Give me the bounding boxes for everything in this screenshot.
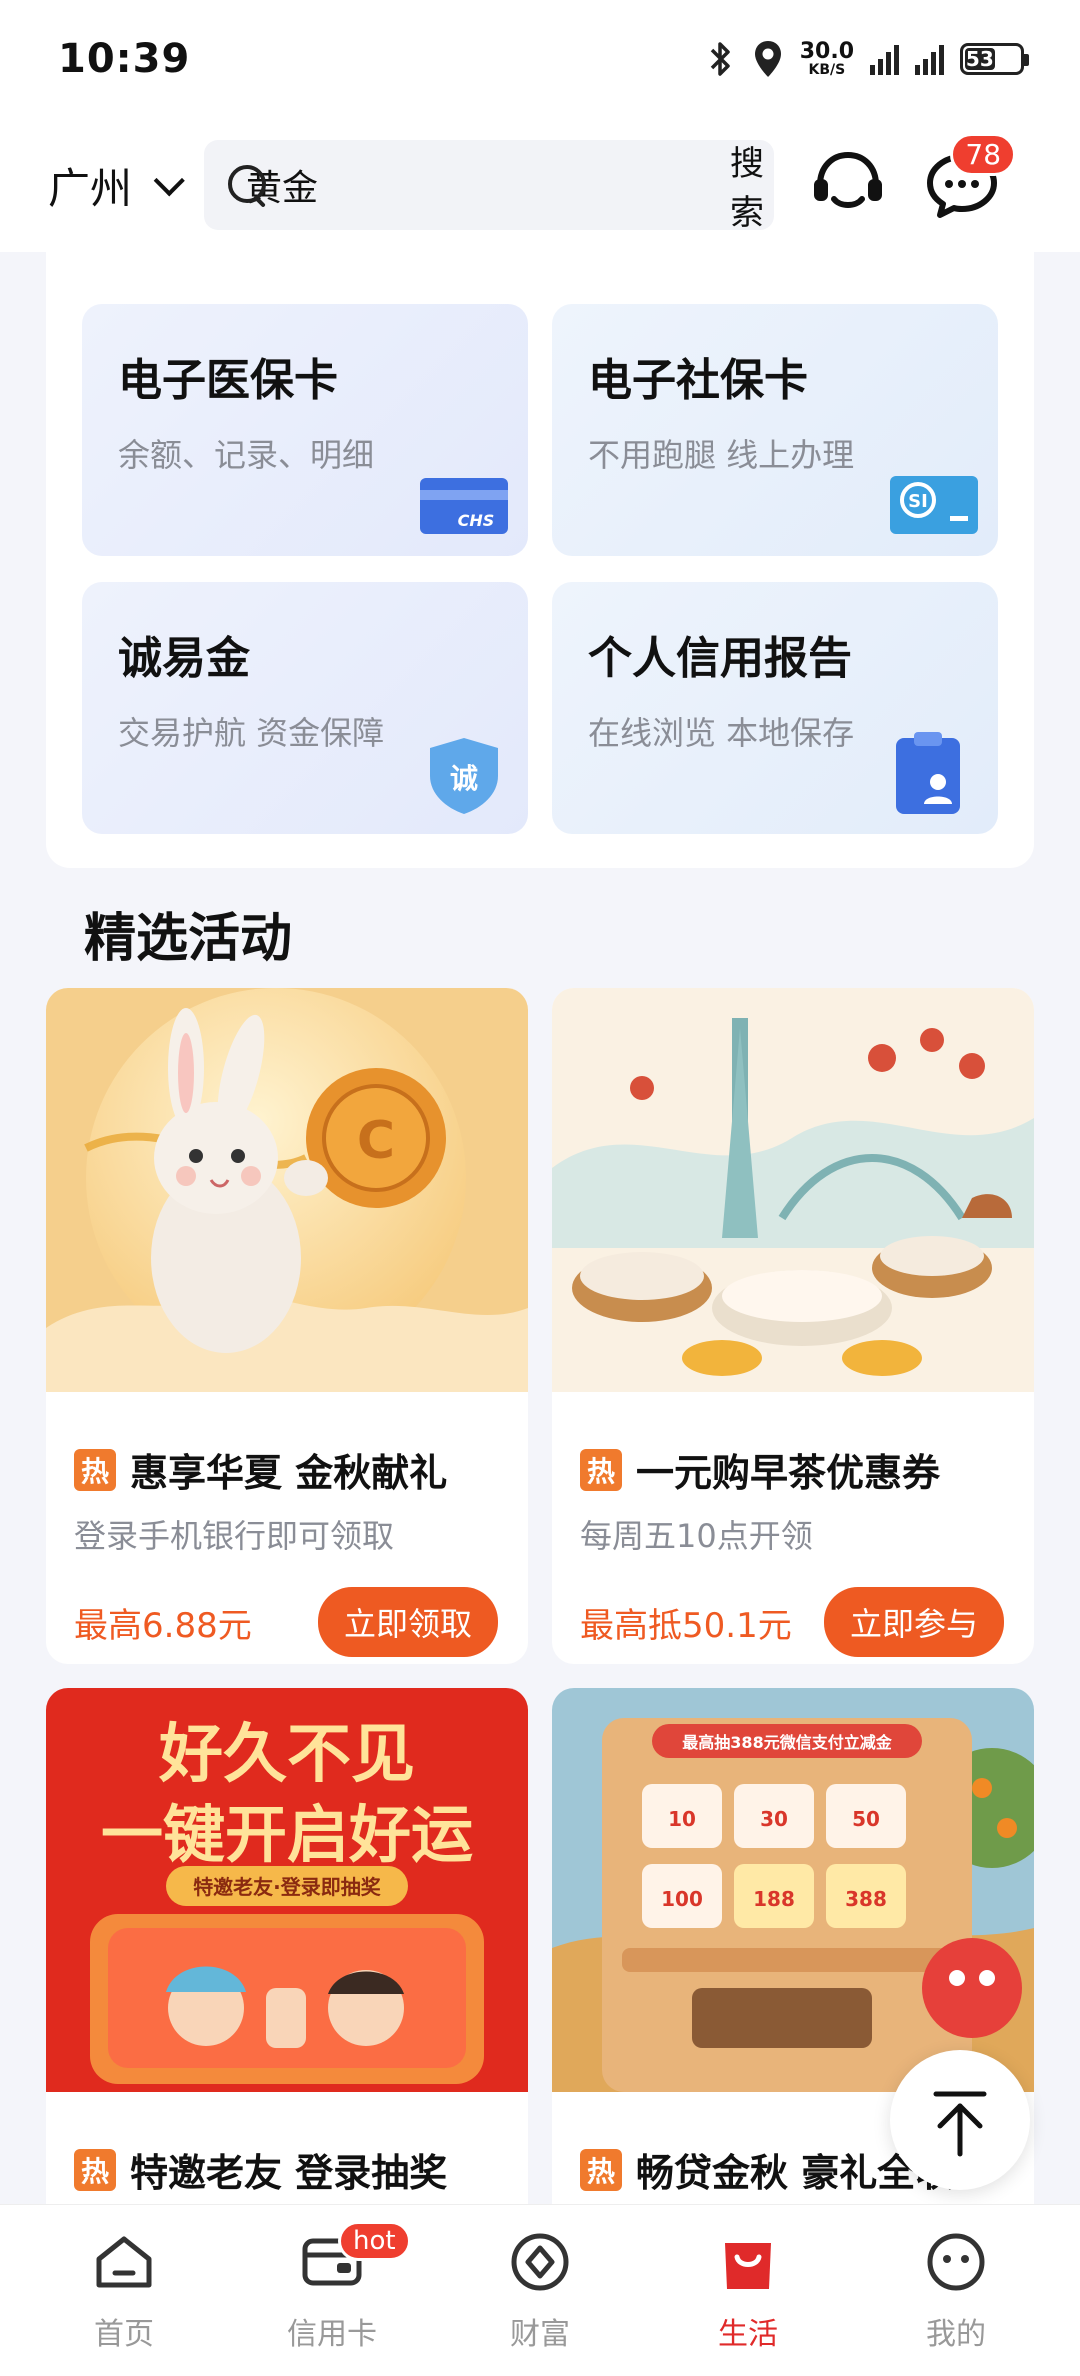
- participate-button[interactable]: 立即参与: [823, 1587, 1004, 1657]
- activity-subtitle: 登录手机银行即可领取: [74, 1517, 395, 1555]
- battery-icon: 53: [960, 43, 1029, 75]
- customer-service-icon[interactable]: [808, 145, 888, 225]
- svg-text:好久不见: 好久不见: [158, 1718, 415, 1792]
- location-icon: [754, 41, 781, 77]
- message-icon[interactable]: 78: [922, 133, 1017, 225]
- signal-5g-icon-2: [915, 43, 944, 75]
- svg-text:C: C: [357, 1111, 395, 1171]
- claim-button[interactable]: 立即领取: [317, 1587, 498, 1657]
- svg-text:10: 10: [668, 1807, 696, 1831]
- svg-text:30: 30: [760, 1807, 788, 1831]
- profile-icon: [927, 2233, 985, 2291]
- service-title: 电子医保卡: [118, 355, 338, 406]
- svg-text:388: 388: [845, 1887, 887, 1911]
- nav-item-life[interactable]: 生活: [658, 2205, 838, 2376]
- svg-text:CHS: CHS: [458, 511, 495, 530]
- section-title: 精选活动: [84, 909, 293, 969]
- nav-item-wealth[interactable]: 财富: [450, 2205, 630, 2376]
- city-label: 广州: [48, 163, 133, 213]
- service-card-chengyijin[interactable]: 诚易金 交易护航 资金保障 诚: [82, 582, 528, 834]
- nav-item-credit-card[interactable]: hot 信用卡: [242, 2205, 422, 2376]
- svg-text:最高抽388元微信支付立减金: 最高抽388元微信支付立减金: [682, 1733, 892, 1752]
- activity-image-lucky-draw: 好久不见 一键开启好运 特邀老友·登录即抽奖: [46, 1688, 528, 2092]
- hot-tag: 热: [74, 2148, 116, 2191]
- bluetooth-icon: [710, 42, 730, 76]
- hot-tag: 热: [74, 1448, 116, 1491]
- svg-text:一键开启好运: 一键开启好运: [101, 1798, 473, 1871]
- clipboard-user-icon: [896, 732, 960, 814]
- activity-price: 最高6.88元: [74, 1605, 252, 1646]
- nav-label: 生活: [718, 2317, 778, 2352]
- status-icons: 30.0 KB/S 53: [706, 39, 1029, 79]
- top-header: 广州 搜索 78: [0, 118, 1080, 252]
- chevron-down-icon: [153, 165, 185, 197]
- shopping-bag-icon: [725, 2243, 771, 2289]
- activity-image-rabbit-mooncake: C: [46, 988, 528, 1392]
- home-icon: [96, 2236, 152, 2288]
- hot-tag: 热: [580, 2148, 622, 2191]
- hot-badge: hot: [338, 2221, 411, 2261]
- activity-card-old-friends[interactable]: 好久不见 一键开启好运 特邀老友·登录即抽奖 热 特邀老友 登录抽奖: [46, 1688, 528, 2228]
- hot-tag: 热: [580, 1448, 622, 1491]
- svg-text:188: 188: [753, 1887, 795, 1911]
- search-input[interactable]: [246, 164, 695, 206]
- nav-label: 我的: [926, 2317, 986, 2352]
- nav-label: 财富: [510, 2317, 570, 2352]
- svg-text:诚: 诚: [450, 762, 478, 795]
- nav-label: 信用卡: [287, 2317, 377, 2352]
- activity-image-dim-sum: [552, 988, 1034, 1392]
- service-subtitle: 不用跑腿 线上办理: [588, 436, 855, 474]
- search-bar[interactable]: 搜索: [204, 140, 775, 233]
- message-count-badge: 78: [950, 133, 1017, 176]
- social-security-card-icon: SI: [890, 476, 978, 534]
- activity-subtitle: 每周五10点开领: [580, 1517, 813, 1555]
- arrow-up-icon: [933, 2091, 987, 2157]
- service-card-credit-report[interactable]: 个人信用报告 在线浏览 本地保存: [552, 582, 998, 834]
- back-to-top-button[interactable]: [890, 2050, 1030, 2190]
- signal-5g-icon: [870, 43, 899, 75]
- nav-label: 首页: [94, 2317, 154, 2352]
- search-button[interactable]: 搜索: [730, 136, 764, 234]
- activity-card-mid-autumn[interactable]: C 热 惠享华夏 金秋献礼 登录手机银行即可领取 最高6.88元 立即领取: [46, 988, 528, 1664]
- bottom-nav: 首页 hot 信用卡 财富 生活 我的: [0, 2204, 1080, 2376]
- service-card-medical-insurance[interactable]: 电子医保卡 余额、记录、明细 CHS: [82, 304, 528, 556]
- svg-text:100: 100: [661, 1887, 703, 1911]
- service-panel: 电子医保卡 余额、记录、明细 CHS 电子社保卡 不用跑腿 线上办理 SI 诚易…: [46, 252, 1034, 868]
- nav-item-home[interactable]: 首页: [34, 2205, 214, 2376]
- nav-item-mine[interactable]: 我的: [866, 2205, 1046, 2376]
- service-subtitle: 余额、记录、明细: [118, 436, 375, 474]
- activity-title: 惠享华夏 金秋献礼: [130, 1451, 448, 1495]
- wealth-icon: [511, 2233, 569, 2291]
- svg-text:50: 50: [852, 1807, 880, 1831]
- service-title: 个人信用报告: [588, 633, 852, 684]
- activity-price: 最高抵50.1元: [580, 1605, 792, 1646]
- svg-text:SI: SI: [908, 491, 928, 512]
- network-speed: 30.0 KB/S: [799, 39, 854, 78]
- status-bar: 10:39 30.0 KB/S 53: [0, 0, 1080, 118]
- svg-text:特邀老友·登录即抽奖: 特邀老友·登录即抽奖: [193, 1875, 382, 1899]
- status-time: 10:39: [58, 36, 191, 82]
- activity-title: 特邀老友 登录抽奖: [130, 2151, 448, 2195]
- shield-icon: 诚: [430, 738, 498, 814]
- activity-title: 一元购早茶优惠券: [636, 1451, 941, 1495]
- service-title: 电子社保卡: [588, 355, 808, 406]
- service-title: 诚易金: [118, 633, 250, 684]
- city-selector[interactable]: 广州: [48, 155, 185, 216]
- service-card-social-security[interactable]: 电子社保卡 不用跑腿 线上办理 SI: [552, 304, 998, 556]
- activity-image-vending-machine: 最高抽388元微信支付立减金 10 30 50 100 188 388: [552, 1688, 1034, 2092]
- chs-card-icon: CHS: [420, 478, 508, 534]
- activity-card-morning-tea[interactable]: 热 一元购早茶优惠券 每周五10点开领 最高抵50.1元 立即参与: [552, 988, 1034, 1664]
